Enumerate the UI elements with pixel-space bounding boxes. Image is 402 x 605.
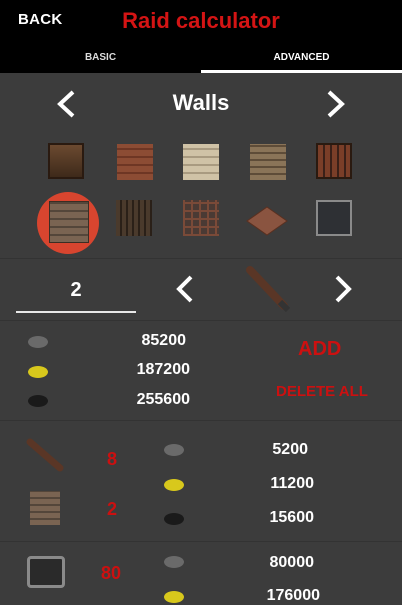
wall-tile-wooden-fence[interactable] <box>116 200 152 236</box>
rocket-icon <box>26 438 64 472</box>
entry-stone: 5200 <box>272 441 308 458</box>
entry-stone: 80000 <box>269 554 315 571</box>
delete-all-button[interactable]: DELETE ALL <box>276 383 368 400</box>
wall-tile-cage[interactable] <box>183 200 219 236</box>
wall-tile-wood[interactable] <box>250 144 286 180</box>
stone-icon <box>164 444 184 456</box>
wall-icon <box>30 491 60 525</box>
wall-tile-high-stone[interactable] <box>49 201 89 243</box>
divider <box>0 258 402 259</box>
total-stone: 85200 <box>141 332 187 349</box>
wall-tile-stone[interactable] <box>183 144 219 180</box>
divider <box>0 320 402 321</box>
tab-basic[interactable]: BASIC <box>0 52 201 63</box>
chevron-right-icon[interactable] <box>332 274 354 304</box>
wall-tile-floor-grill[interactable] <box>245 205 289 237</box>
wall-tile-barricade[interactable] <box>316 143 352 179</box>
rocket-icon <box>246 266 291 312</box>
wall-tile-garage-door[interactable] <box>316 200 352 236</box>
charcoal-icon <box>28 395 48 407</box>
tab-indicator <box>201 70 402 73</box>
page-title: Raid calculator <box>122 8 280 33</box>
sulfur-icon <box>28 366 48 378</box>
tab-advanced[interactable]: ADVANCED <box>201 52 402 63</box>
explosive-icon <box>27 556 65 588</box>
wall-tile-brick[interactable] <box>117 144 153 180</box>
divider <box>0 541 402 542</box>
total-charcoal: 255600 <box>136 391 190 408</box>
entry-target-count: 2 <box>107 499 118 519</box>
entry-sulfur: 176000 <box>266 587 320 604</box>
stone-icon <box>164 556 184 568</box>
charcoal-icon <box>164 513 184 525</box>
entry-sulfur: 11200 <box>270 475 314 492</box>
chevron-right-icon[interactable] <box>324 89 348 119</box>
sulfur-icon <box>164 591 184 603</box>
quantity-value[interactable]: 2 <box>16 279 136 302</box>
stone-icon <box>28 336 48 348</box>
entry-item-count: 8 <box>107 449 118 469</box>
wall-tile-wooden-door[interactable] <box>48 143 84 179</box>
chevron-left-icon[interactable] <box>174 274 196 304</box>
entry-count: 80 <box>101 563 122 583</box>
quantity-underline <box>16 311 136 313</box>
add-button[interactable]: ADD <box>298 338 341 361</box>
entry-charcoal: 15600 <box>269 509 315 526</box>
total-sulfur: 187200 <box>136 361 190 378</box>
sulfur-icon <box>164 479 184 491</box>
divider <box>0 420 402 421</box>
